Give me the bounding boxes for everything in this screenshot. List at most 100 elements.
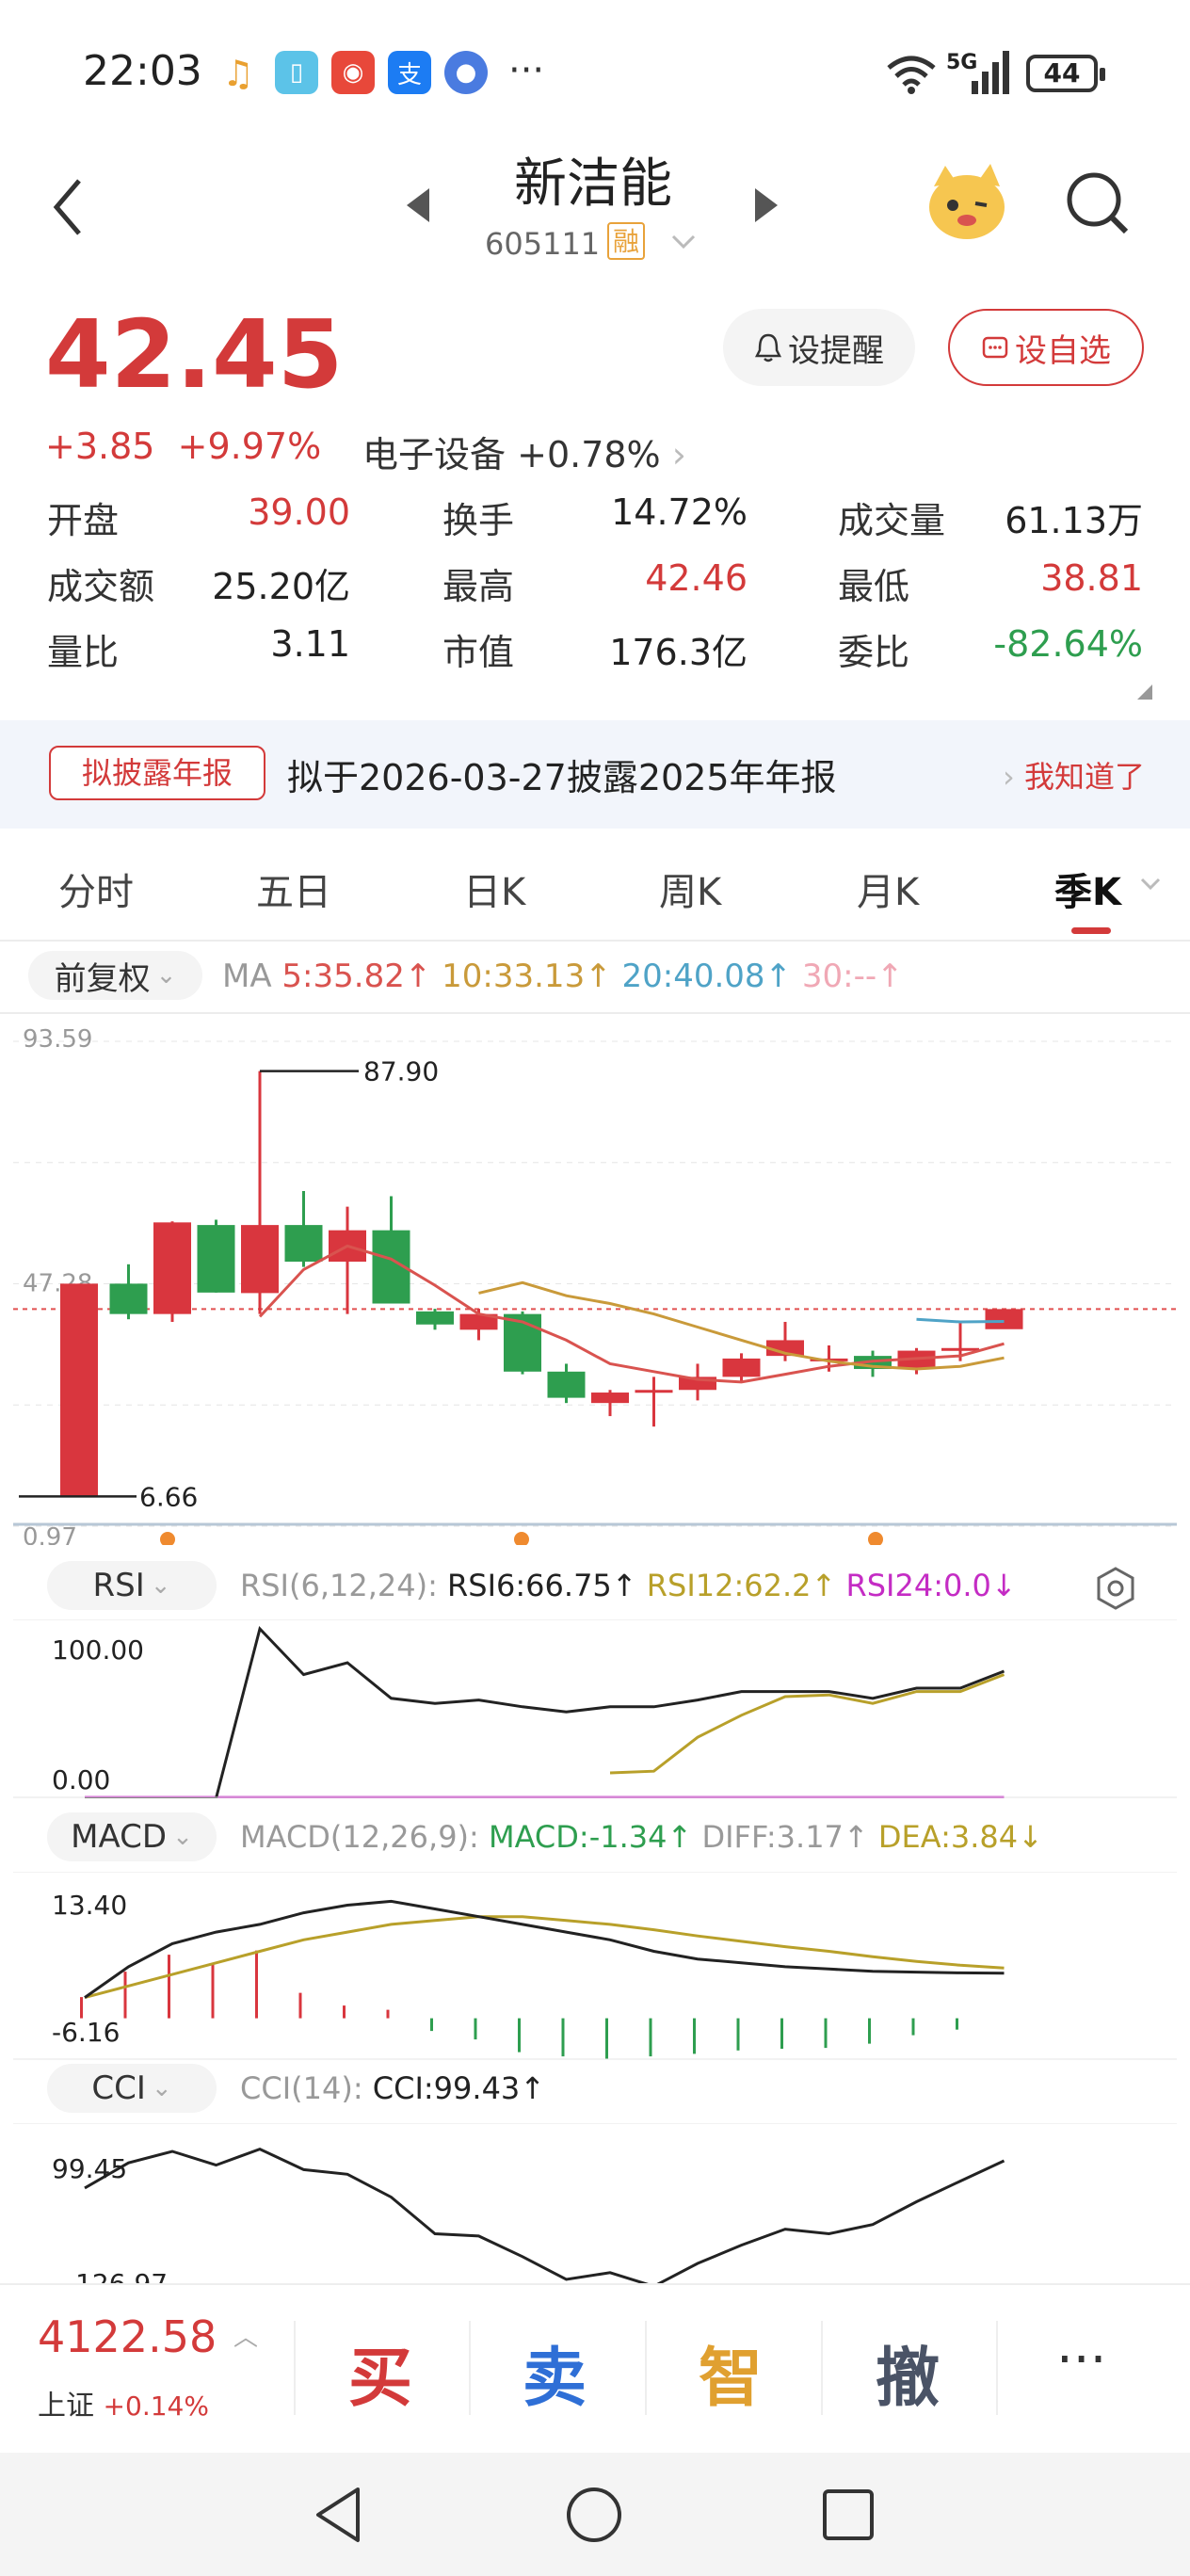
quote-value: 42.46 [645,557,748,599]
alipay-app-icon: 支 [388,51,431,94]
rsi-chart[interactable]: 100.00 0.00 [0,1619,1190,1798]
tab-intraday[interactable]: 分时 [58,861,134,916]
dismiss-banner-button[interactable]: › 我知道了 [1003,753,1145,797]
event-marker [160,1532,175,1545]
more-notifications-icon: ··· [508,49,545,92]
quote-label: 换手 [442,500,515,541]
quote-label: 委比 [838,632,910,673]
macd-legend: MACD(12,26,9): MACD:-1.34↑ DIFF:3.17↑ DE… [240,1819,1043,1855]
macd-chart[interactable]: 13.40 -6.16 [0,1872,1190,2060]
nav-home-icon[interactable] [565,2486,623,2544]
search-icon[interactable] [1064,169,1130,237]
candle-body [153,1222,191,1314]
camera-app-icon: ◉ [331,51,375,94]
buy-button[interactable]: 买 [348,2326,412,2419]
chevron-down-icon: ⌄ [172,1823,193,1851]
add-watchlist-button[interactable]: 设自选 [948,309,1144,386]
selected-tab-underline [1071,927,1111,934]
bell-icon [754,333,782,362]
ma-label: MA [222,958,272,995]
tab-five-day[interactable]: 五日 [256,861,331,916]
cci-params: CCI(14): [240,2070,363,2106]
adjust-dropdown[interactable]: 前复权 ⌄ [28,951,202,1000]
rsi6-line [85,1626,1005,1798]
industry-link[interactable]: 电子设备 +0.78% › [362,426,686,477]
signal-icon [972,51,1009,94]
rsi-y-top-label: 100.00 [52,1634,144,1666]
back-icon[interactable] [49,177,87,237]
tab-weekly[interactable]: 周K [659,861,721,916]
index-name: 上证 +0.14% [38,2382,209,2423]
cci-chart[interactable]: 99.45-126.97 [0,2123,1190,2283]
chevron-right-icon: › [671,434,686,475]
disclosure-text: 拟于2026-03-27披露2025年年报 [287,757,837,798]
adjust-label: 前复权 [54,959,151,998]
candle-body [591,1393,629,1404]
candle-body [241,1225,279,1294]
quote-label: 量比 [47,632,120,673]
change-percent: +9.97% [177,426,322,467]
index-name-text: 上证 [38,2390,94,2423]
mascot-icon[interactable] [925,158,1009,243]
candle-body [722,1358,761,1377]
chevron-down-icon: ⌄ [155,961,177,990]
quote-value: -82.64% [993,623,1143,665]
candle-body [60,1283,98,1496]
chevron-down-icon[interactable] [670,233,697,250]
tabs-divider [0,940,1190,942]
quote-value: 14.72% [611,491,748,533]
event-marker [514,1532,529,1545]
nav-back-icon[interactable] [311,2484,367,2546]
divider [645,2321,647,2415]
high-marker-label: 87.90 [363,1056,439,1087]
stock-name: 新洁能 [514,153,672,215]
diff-label: DIFF:3.17↑ [701,1819,869,1855]
candlestick-chart[interactable]: 93.5947.280.9787.906.66 [0,1013,1190,1545]
more-button[interactable]: ··· [1056,2329,1106,2391]
y-axis-top-label: 93.59 [23,1025,92,1054]
candle-body [109,1283,148,1314]
ma20-label: 20:40.08↑ [621,958,793,995]
quote-label: 最高 [442,566,515,607]
macd-y-top-label: 13.40 [52,1890,127,1921]
sell-button[interactable]: 卖 [523,2326,587,2419]
tab-daily[interactable]: 日K [463,861,525,916]
index-value[interactable]: 4122.58 [38,2311,217,2362]
chevron-down-icon[interactable] [1139,877,1162,892]
rsi24-label: RSI24:0.0↓ [845,1568,1017,1603]
candle-body [985,1309,1023,1329]
stock-code: 605111 [485,226,601,262]
set-alert-button[interactable]: 设提醒 [723,309,915,386]
add-watchlist-label: 设自选 [1015,331,1111,370]
quote-value: 61.13万 [1005,500,1143,541]
tab-quarterly[interactable]: 季K [1054,861,1121,916]
cci-dropdown[interactable]: CCI ⌄ [47,2064,217,2113]
divider [821,2321,823,2415]
expand-corner-icon[interactable] [1137,684,1152,700]
quote-label: 成交额 [47,566,155,607]
cci-label: CCI:99.43↑ [372,2070,546,2106]
y-axis-bottom-label: 0.97 [23,1523,77,1545]
rsi-name: RSI [92,1567,145,1604]
divider [996,2321,998,2415]
nav-recents-icon[interactable] [821,2487,876,2542]
rsi-dropdown[interactable]: RSI ⌄ [47,1561,217,1610]
quote-value: 25.20亿 [212,566,350,607]
dismiss-label: 我知道了 [1023,759,1145,795]
macd-dropdown[interactable]: MACD ⌄ [47,1812,217,1861]
rsi12-label: RSI12:62.2↑ [646,1568,837,1603]
rsi-legend: RSI(6,12,24): RSI6:66.75↑ RSI12:62.2↑ RS… [240,1568,1017,1603]
ma30-label: 30:--↑ [801,958,904,995]
cancel-order-button[interactable]: 撤 [876,2326,940,2419]
tab-monthly[interactable]: 月K [857,861,919,916]
settings-icon[interactable] [1092,1565,1139,1612]
rsi-y-bottom-label: 0.00 [52,1764,110,1795]
ma10-label: 10:33.13↑ [442,958,612,995]
smart-button[interactable]: 智 [699,2326,763,2419]
status-time: 22:03 [83,47,202,95]
industry-change: +0.78% [517,434,661,475]
music-app-icon: ♫ [222,53,255,94]
quote-value: 38.81 [1040,557,1143,599]
battery-icon: 44 [1026,55,1105,92]
next-stock-icon[interactable] [755,188,778,222]
